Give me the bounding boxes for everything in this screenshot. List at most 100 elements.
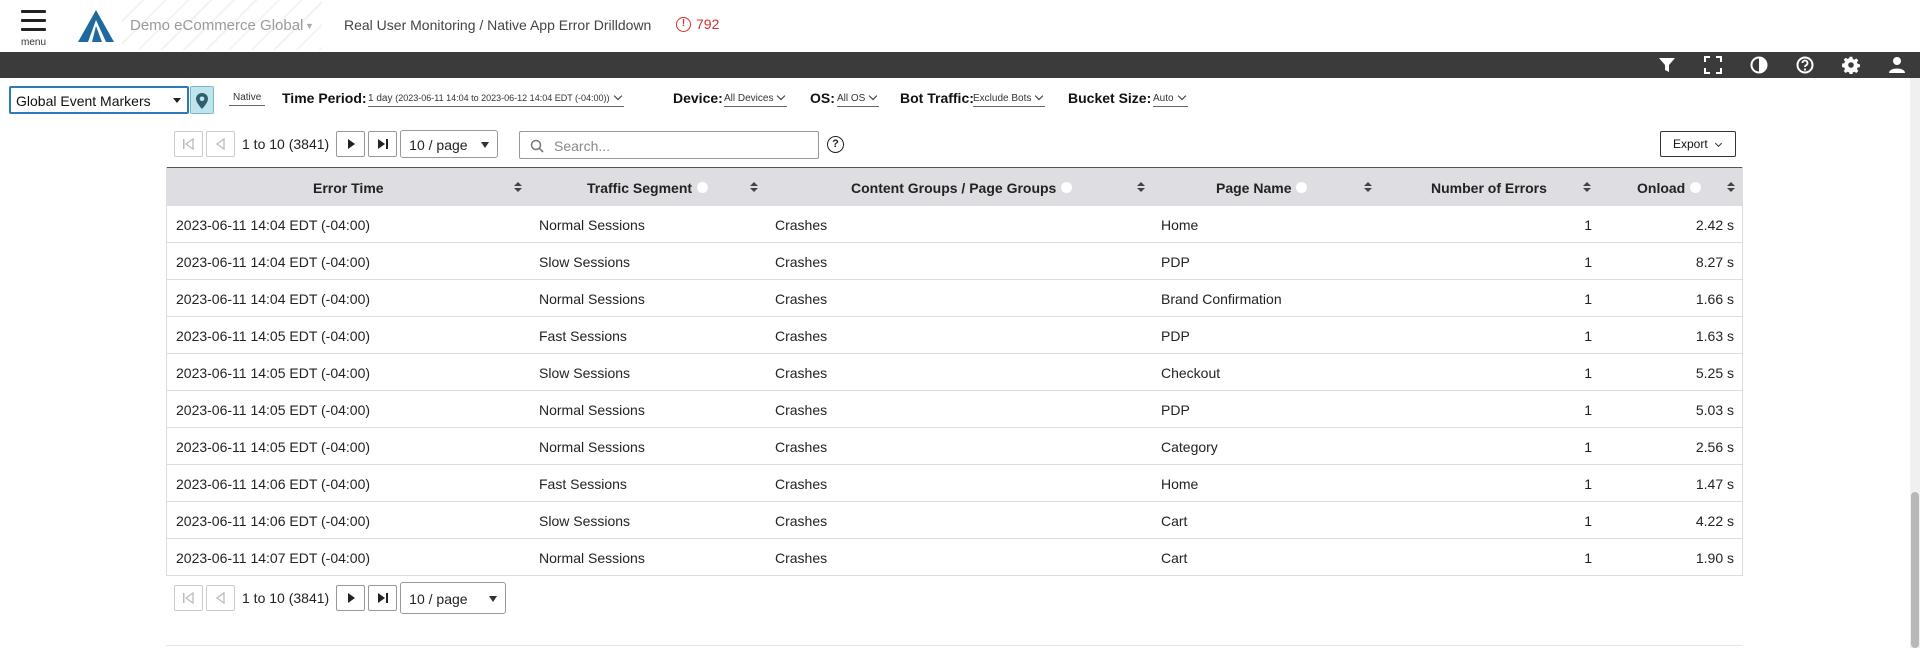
cell-number-of-errors: 1 <box>1584 217 1592 233</box>
hamburger-icon <box>18 10 50 31</box>
filter-icon[interactable] <box>1658 56 1676 74</box>
cell-number-of-errors: 1 <box>1584 476 1592 492</box>
table-row[interactable]: 2023-06-11 14:04 EDT (-04:00) Slow Sessi… <box>167 243 1742 280</box>
cell-content-group: Crashes <box>775 291 828 307</box>
caret-down-icon <box>173 98 181 103</box>
export-label: Export <box>1673 137 1708 151</box>
cell-onload: 5.25 s <box>1695 365 1734 381</box>
event-markers-pin-button[interactable] <box>190 86 214 114</box>
table-row[interactable]: 2023-06-11 14:06 EDT (-04:00) Slow Sessi… <box>167 502 1742 539</box>
device-dropdown[interactable]: All Devices <box>724 91 788 107</box>
first-page-button[interactable] <box>174 585 203 611</box>
prev-page-button[interactable] <box>206 131 235 157</box>
table-row[interactable]: 2023-06-11 14:06 EDT (-04:00) Fast Sessi… <box>167 465 1742 502</box>
table-header: Error Time Traffic Segment Content Group… <box>167 167 1742 206</box>
column-header-label: Traffic Segment <box>587 179 693 196</box>
chevron-down-icon <box>1035 91 1044 101</box>
cell-traffic-segment: Slow Sessions <box>539 513 631 529</box>
cell-page-name: Checkout <box>1161 365 1221 381</box>
column-header-label: Page Name <box>1216 179 1292 196</box>
contrast-icon[interactable] <box>1750 56 1768 74</box>
bot-traffic-dropdown[interactable]: Exclude Bots <box>973 91 1046 107</box>
alert-icon: ! <box>676 16 691 32</box>
column-header-error-time[interactable]: Error Time <box>313 168 384 207</box>
page-size-select[interactable]: 10 / page <box>400 582 507 614</box>
prev-page-button[interactable] <box>206 585 235 611</box>
page-size-value: 10 / page <box>409 591 468 607</box>
export-button[interactable]: Export <box>1660 131 1736 157</box>
map-pin-icon <box>196 93 208 109</box>
table-row[interactable]: 2023-06-11 14:05 EDT (-04:00) Fast Sessi… <box>167 317 1742 354</box>
next-page-button[interactable] <box>336 585 366 611</box>
cell-error-time: 2023-06-11 14:04 EDT (-04:00) <box>176 254 371 270</box>
user-icon[interactable] <box>1888 56 1906 74</box>
cell-traffic-segment: Slow Sessions <box>539 254 631 270</box>
caret-down-icon <box>481 142 490 148</box>
sort-icon[interactable] <box>1583 182 1591 194</box>
time-period-dropdown[interactable]: 1 day (2023-06-11 14:04 to 2023-06-12 14… <box>368 91 624 107</box>
logo-icon[interactable] <box>76 8 116 44</box>
chevron-down-icon <box>1177 91 1186 101</box>
next-page-icon <box>348 593 356 603</box>
cell-error-time: 2023-06-11 14:04 EDT (-04:00) <box>176 291 371 307</box>
cell-content-group: Crashes <box>775 328 828 344</box>
table-row[interactable]: 2023-06-11 14:05 EDT (-04:00) Slow Sessi… <box>167 354 1742 391</box>
cell-number-of-errors: 1 <box>1584 402 1592 418</box>
last-page-button[interactable] <box>368 585 398 611</box>
gear-icon[interactable] <box>1842 56 1860 74</box>
next-page-button[interactable] <box>336 131 366 157</box>
os-value: All OS <box>837 93 866 104</box>
column-header-label: Content Groups / Page Groups <box>851 179 1057 196</box>
table-row[interactable]: 2023-06-11 14:05 EDT (-04:00) Normal Ses… <box>167 391 1742 428</box>
info-icon[interactable] <box>697 182 709 193</box>
first-page-button[interactable] <box>174 131 203 157</box>
table-row[interactable]: 2023-06-11 14:05 EDT (-04:00) Normal Ses… <box>167 428 1742 465</box>
column-header-content-groups[interactable]: Content Groups / Page Groups <box>851 168 1073 207</box>
cell-content-group: Crashes <box>775 217 828 233</box>
chevron-down-icon <box>777 91 786 101</box>
info-icon[interactable] <box>1296 182 1308 193</box>
error-count: 792 <box>696 16 720 32</box>
scrollbar-thumb[interactable] <box>1911 492 1919 648</box>
table-row[interactable]: 2023-06-11 14:04 EDT (-04:00) Normal Ses… <box>167 206 1742 243</box>
last-page-button[interactable] <box>368 131 398 157</box>
fullscreen-icon[interactable] <box>1704 56 1722 74</box>
search-help-icon[interactable]: ? <box>827 136 844 153</box>
column-header-onload[interactable]: Onload <box>1637 168 1702 207</box>
help-icon[interactable] <box>1796 56 1814 74</box>
sort-icon[interactable] <box>750 182 758 194</box>
bucket-size-dropdown[interactable]: Auto <box>1153 91 1188 107</box>
column-header-page-name[interactable]: Page Name <box>1216 168 1308 207</box>
time-period-label: Time Period: <box>282 90 367 106</box>
column-header-number-of-errors[interactable]: Number of Errors <box>1431 168 1547 207</box>
column-header-traffic-segment[interactable]: Traffic Segment <box>587 168 709 207</box>
page-size-select[interactable]: 10 / page <box>400 130 499 158</box>
cell-onload: 1.47 s <box>1695 476 1734 492</box>
table-row[interactable]: 2023-06-11 14:04 EDT (-04:00) Normal Ses… <box>167 280 1742 317</box>
cell-number-of-errors: 1 <box>1584 291 1592 307</box>
cell-content-group: Crashes <box>775 439 828 455</box>
chevron-down-icon[interactable]: ▼ <box>305 21 314 31</box>
cell-page-name: Home <box>1161 217 1199 233</box>
cell-error-time: 2023-06-11 14:06 EDT (-04:00) <box>176 476 371 492</box>
sort-icon[interactable] <box>1364 182 1372 194</box>
platform-chip[interactable]: Native <box>229 92 266 106</box>
chevron-down-icon <box>1714 139 1722 148</box>
menu-button[interactable]: menu <box>18 10 50 48</box>
event-markers-select[interactable]: Global Event Markers <box>9 86 189 114</box>
column-header-label: Onload <box>1637 179 1686 196</box>
app-header: menu Demo eCommerce Global ▼ Real User M… <box>0 0 1920 52</box>
sort-icon[interactable] <box>514 182 522 194</box>
table-row[interactable]: 2023-06-11 14:07 EDT (-04:00) Normal Ses… <box>167 539 1742 576</box>
info-icon[interactable] <box>1690 182 1702 193</box>
cell-error-time: 2023-06-11 14:05 EDT (-04:00) <box>176 439 371 455</box>
sort-icon[interactable] <box>1727 182 1735 194</box>
next-page-icon <box>348 139 356 149</box>
search-input[interactable] <box>554 136 804 156</box>
brand-selector[interactable]: Demo eCommerce Global <box>130 17 303 34</box>
sort-icon[interactable] <box>1137 182 1145 194</box>
info-icon[interactable] <box>1061 182 1073 193</box>
os-dropdown[interactable]: All OS <box>837 91 880 107</box>
error-count-badge[interactable]: ! 792 <box>676 16 719 32</box>
caret-down-icon <box>489 596 498 602</box>
